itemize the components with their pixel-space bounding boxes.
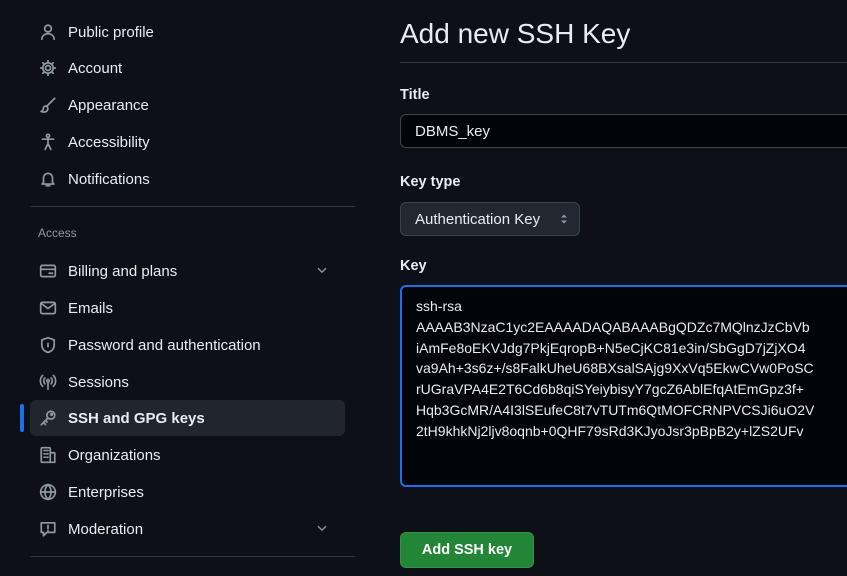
- sidebar-item-sessions[interactable]: Sessions: [30, 364, 345, 400]
- sidebar-item-organizations[interactable]: Organizations: [30, 437, 345, 473]
- sidebar-item-label: Appearance: [68, 96, 149, 114]
- sidebar-item-public-profile[interactable]: Public profile: [30, 14, 345, 50]
- title-divider: [400, 62, 847, 63]
- key-type-value: Authentication Key: [415, 210, 541, 228]
- sidebar-divider: [30, 206, 355, 207]
- key-line: Hqb3GcMR/A4I3lSEufeC8t7vTUTm6QtMOFCRNPVC…: [416, 401, 815, 418]
- key-textarea[interactable]: ssh-rsa AAAAB3NzaC1yc2EAAAADAQABAAABgQDZ…: [400, 285, 847, 487]
- sidebar-item-label: Public profile: [68, 23, 154, 41]
- paintbrush-icon: [38, 95, 58, 115]
- sidebar-item-label: Account: [68, 59, 123, 77]
- sidebar-item-emails[interactable]: Emails: [30, 290, 345, 326]
- sidebar-item-label: Emails: [68, 299, 114, 317]
- sidebar-item-label: Organizations: [68, 446, 161, 464]
- gear-icon: [38, 58, 58, 78]
- sidebar-item-label: Enterprises: [68, 483, 144, 501]
- key-type-label: Key type: [400, 174, 461, 190]
- key-line: ssh-rsa: [416, 298, 462, 314]
- add-ssh-key-form: Add new SSH Key Title Key type Authentic…: [400, 0, 847, 576]
- add-ssh-key-button[interactable]: Add SSH key: [400, 532, 534, 568]
- title-input[interactable]: [400, 114, 847, 148]
- sidebar-item-label: Moderation: [68, 520, 144, 538]
- key-line: va9Ah+3s6z+/s8FalkUheU68BXsalSAjg9XxVq5E…: [416, 360, 814, 377]
- report-icon: [38, 519, 58, 539]
- select-arrows-icon: [559, 212, 569, 226]
- key-icon: [38, 408, 58, 428]
- bell-icon: [38, 169, 58, 189]
- key-line: rUGraVPA4E2T6Cd6b8qiSYeiybisyY7gcZ6AblEf…: [416, 381, 804, 398]
- sidebar-item-billing[interactable]: Billing and plans: [30, 253, 345, 289]
- credit-card-icon: [38, 261, 58, 281]
- sidebar-item-moderation[interactable]: Moderation: [30, 511, 345, 547]
- sidebar-item-notifications[interactable]: Notifications: [30, 161, 345, 197]
- key-line: iAmFe8oEKVJdg7PkjEqropB+N5eCjKC81e3in/Sb…: [416, 339, 806, 356]
- chevron-down-icon[interactable]: [315, 263, 331, 279]
- sidebar-item-ssh-gpg-keys[interactable]: SSH and GPG keys: [30, 400, 345, 436]
- sidebar-item-account[interactable]: Account: [30, 50, 345, 86]
- sidebar-item-label: Billing and plans: [68, 262, 178, 280]
- accessibility-icon: [38, 132, 58, 152]
- organization-icon: [38, 445, 58, 465]
- key-line: AAAAB3NzaC1yc2EAAAADAQABAAABgQDZc7MQlnzJ…: [416, 318, 810, 335]
- sidebar-divider: [30, 556, 355, 557]
- active-indicator: [20, 404, 24, 432]
- sidebar-item-enterprises[interactable]: Enterprises: [30, 474, 345, 510]
- broadcast-icon: [38, 372, 58, 392]
- sidebar-item-label: Notifications: [68, 170, 150, 188]
- page-title: Add new SSH Key: [400, 18, 631, 49]
- settings-sidebar: Public profile Account Appearance Access…: [0, 0, 360, 576]
- sidebar-item-label: Accessibility: [68, 133, 150, 151]
- shield-lock-icon: [38, 335, 58, 355]
- sidebar-item-password-authentication[interactable]: Password and authentication: [30, 327, 345, 363]
- sidebar-item-label: Password and authentication: [68, 336, 261, 354]
- chevron-down-icon[interactable]: [315, 521, 331, 537]
- sidebar-item-accessibility[interactable]: Accessibility: [30, 124, 345, 160]
- key-type-select[interactable]: Authentication Key: [400, 202, 580, 236]
- person-icon: [38, 22, 58, 42]
- mail-icon: [38, 298, 58, 318]
- key-label: Key: [400, 258, 427, 274]
- sidebar-item-label: SSH and GPG keys: [68, 409, 205, 427]
- sidebar-item-appearance[interactable]: Appearance: [30, 87, 345, 123]
- title-label: Title: [400, 87, 430, 103]
- sidebar-item-label: Sessions: [68, 373, 129, 391]
- globe-icon: [38, 482, 58, 502]
- key-line: 2tH9khkNj2ljv8oqnb+0QHF79sRd3KJyoJsr3pBp…: [416, 422, 804, 439]
- sidebar-section-access: Access: [38, 226, 77, 240]
